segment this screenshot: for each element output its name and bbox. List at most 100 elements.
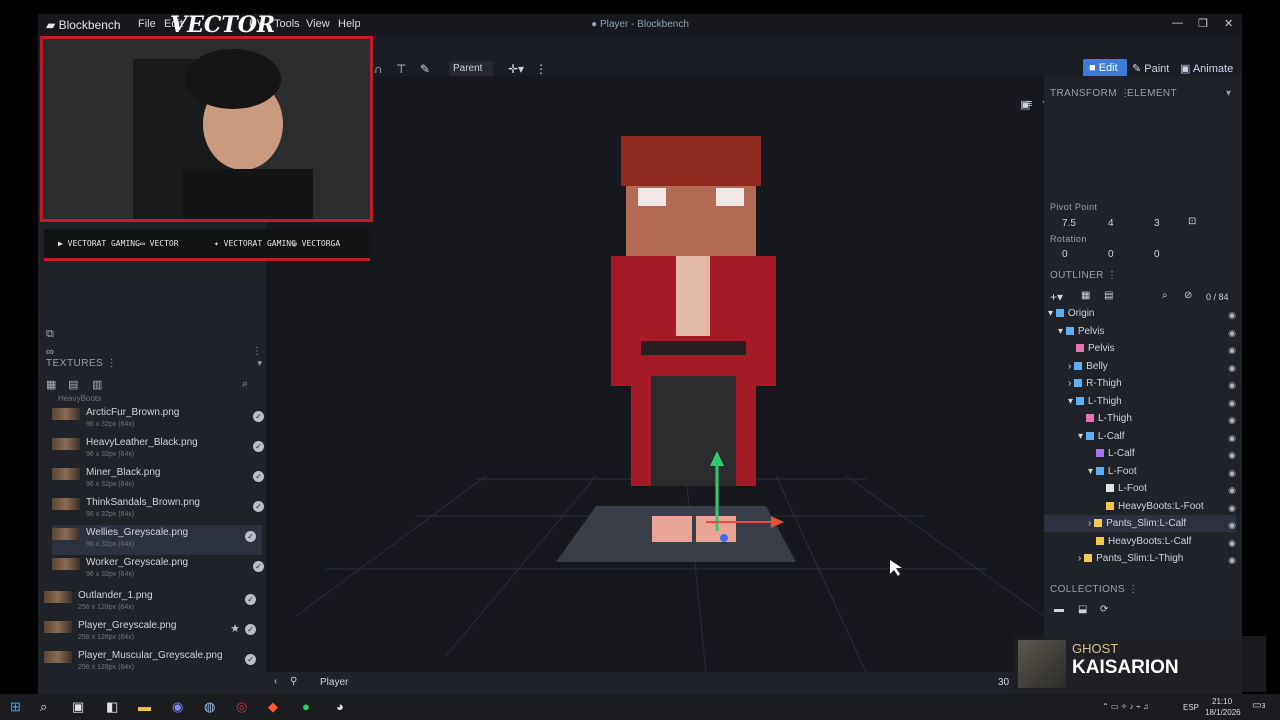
file-explorer-icon[interactable]: ▬ [138, 699, 151, 714]
texture-item[interactable]: Player_Muscular_Greyscale.png 256 x 128px… [44, 648, 262, 678]
texture-item[interactable]: HeavyLeather_Black.png 96 x 32px (64x) ✓ [52, 435, 270, 465]
check-icon[interactable]: ✓ [245, 531, 256, 542]
center-icon[interactable]: ⊡ [1188, 216, 1196, 227]
eye-icon[interactable]: ◉ [1228, 380, 1236, 391]
clip-icon[interactable]: ⊘ [1184, 290, 1192, 301]
import-texture-icon[interactable]: ▦ [46, 378, 56, 391]
check-icon[interactable]: ✓ [253, 441, 264, 452]
texture-item-selected[interactable]: Wellies_Greyscale.png 96 x 32px (64x) ✓ [52, 525, 262, 555]
search-icon[interactable]: ⌕ [242, 378, 248, 391]
magnet-icon[interactable]: ∩ [374, 62, 383, 76]
mode-animate-button[interactable]: ▣ Animate [1180, 62, 1233, 75]
rotation-z[interactable]: 0 [1154, 249, 1160, 260]
tree-item[interactable]: L-Thigh [1086, 413, 1132, 430]
texture-item[interactable]: Miner_Black.png 96 x 32px (64x) ✓ [52, 465, 270, 495]
tree-item[interactable]: ▾ L-Calf [1078, 431, 1125, 448]
tree-item[interactable]: › Belly [1068, 361, 1108, 378]
eye-icon[interactable]: ◉ [1228, 415, 1236, 426]
windows-start-icon[interactable]: ⊞ [10, 699, 21, 715]
eye-icon[interactable]: ◉ [1228, 433, 1236, 444]
eye-icon[interactable]: ◉ [1228, 485, 1236, 496]
obs-icon[interactable]: ◎ [236, 699, 247, 715]
tree-item[interactable]: › Pants_Slim:L-Calf [1088, 518, 1186, 535]
texture-item[interactable]: Worker_Greyscale.png 96 x 32px (64x) ✓ [52, 555, 270, 585]
app-icon[interactable]: ◧ [106, 699, 118, 715]
folder-texture-icon[interactable]: ▥ [92, 378, 102, 391]
pivot-y[interactable]: 4 [1108, 218, 1114, 229]
language-indicator[interactable]: ESP [1183, 703, 1199, 712]
rotation-y[interactable]: 0 [1108, 249, 1114, 260]
tree-item[interactable]: ▾ Origin [1048, 308, 1095, 325]
check-icon[interactable]: ✓ [253, 411, 264, 422]
close-icon[interactable]: ✕ [1224, 17, 1233, 30]
check-icon[interactable]: ✓ [253, 471, 264, 482]
pencil-icon[interactable]: ✎ [420, 62, 430, 76]
pivot-x[interactable]: 7.5 [1062, 218, 1076, 229]
eye-icon[interactable]: ◉ [1228, 363, 1236, 374]
spotify-icon[interactable]: ● [302, 699, 310, 714]
eye-icon[interactable]: ◉ [1228, 450, 1236, 461]
chevron-down-icon[interactable]: ▾ [257, 358, 262, 369]
tray-icons[interactable]: ⌃ ▭ ✧ ♪ ⌁ ♫ [1102, 702, 1149, 711]
collapse-icon[interactable]: ▤ [1104, 290, 1113, 301]
notification-icon[interactable]: ▭3 [1252, 700, 1265, 711]
tab-transform[interactable]: TRANSFORM ⋮ [1050, 88, 1131, 99]
tree-item[interactable]: HeavyBoots:L-Calf [1096, 536, 1191, 553]
add-icon[interactable]: +▾ [1050, 290, 1063, 304]
eye-icon[interactable]: ◉ [1228, 328, 1236, 339]
minimize-icon[interactable]: — [1172, 17, 1183, 29]
maximize-icon[interactable]: ❐ [1198, 17, 1208, 30]
texture-item[interactable]: Player_Greyscale.png 256 x 128px (64x) ★ ✓ [44, 618, 262, 648]
eye-icon[interactable]: ◉ [1228, 555, 1236, 566]
check-icon[interactable]: ✓ [253, 561, 264, 572]
pivot-parent-select[interactable]: Parent ▾ [449, 61, 493, 85]
clock-date[interactable]: 18/1/2026 [1205, 708, 1241, 717]
tree-item[interactable]: › Pants_Slim:L-Thigh [1078, 553, 1183, 570]
check-icon[interactable]: ✓ [245, 654, 256, 665]
eye-icon[interactable]: ◉ [1228, 345, 1236, 356]
eye-icon[interactable]: ◉ [1228, 468, 1236, 479]
chevron-down-icon[interactable]: ▾ [1226, 88, 1231, 99]
eye-icon[interactable]: ◉ [1228, 398, 1236, 409]
panel-menu-icon[interactable]: ⋮ [252, 346, 262, 357]
brave-icon[interactable]: ◆ [268, 699, 278, 715]
mode-paint-button[interactable]: ✎ Paint [1132, 62, 1169, 75]
tree-item[interactable]: ▾ Pelvis [1058, 326, 1105, 343]
tree-item[interactable]: Pelvis [1076, 343, 1115, 360]
pivot-z[interactable]: 3 [1154, 218, 1160, 229]
copy-icon[interactable]: ⧉ [46, 328, 54, 341]
texture-item[interactable]: Outlander_1.png 256 x 128px (64x) ✓ [44, 588, 262, 618]
tree-item[interactable]: ▾ L-Foot [1088, 466, 1137, 483]
link-icon[interactable]: ∞ [46, 346, 54, 358]
check-icon[interactable]: ✓ [245, 594, 256, 605]
move-icon[interactable]: ✛▾ [508, 62, 524, 76]
check-icon[interactable]: ✓ [245, 624, 256, 635]
align-icon[interactable]: ⊤ [396, 62, 406, 76]
eye-icon[interactable]: ◉ [1228, 503, 1236, 514]
tree-item[interactable]: ▾ L-Thigh [1068, 396, 1122, 413]
task-view-icon[interactable]: ▣ [72, 699, 84, 715]
hamburger-icon[interactable]: ≡ [1026, 98, 1032, 110]
add-folder-icon[interactable]: ▦ [1081, 290, 1090, 301]
export-icon[interactable]: ⬓ [1078, 604, 1087, 615]
search-icon[interactable]: ⌕ [40, 699, 47, 715]
clock-time[interactable]: 21:10 [1212, 697, 1232, 706]
tree-item[interactable]: L-Foot [1106, 483, 1147, 500]
more-icon[interactable]: ⋮ [535, 62, 547, 76]
player-model[interactable] [611, 136, 776, 542]
eye-icon[interactable]: ◉ [1228, 520, 1236, 531]
save-texture-icon[interactable]: ▤ [68, 378, 78, 391]
texture-item[interactable]: ThinkSandals_Brown.png 96 x 32px (64x) ✓ [52, 495, 270, 525]
star-icon[interactable]: ★ [230, 622, 240, 635]
archive-icon[interactable]: ▬ [1054, 604, 1064, 615]
3d-viewport[interactable]: ▣ ⇅ [266, 76, 1044, 672]
discord-icon[interactable]: ◉ [172, 699, 183, 715]
chevron-left-icon[interactable]: ‹ [274, 676, 277, 687]
tree-item-selected[interactable]: HeavyBoots:L-Foot [1106, 501, 1204, 518]
eye-icon[interactable]: ◉ [1228, 310, 1236, 321]
blockbench-icon[interactable]: ◕ [336, 699, 344, 714]
refresh-icon[interactable]: ⟳ [1100, 604, 1108, 615]
search-icon[interactable]: ⌕ [1162, 290, 1168, 301]
rotation-x[interactable]: 0 [1062, 249, 1068, 260]
steam-icon[interactable]: ◍ [204, 699, 215, 715]
